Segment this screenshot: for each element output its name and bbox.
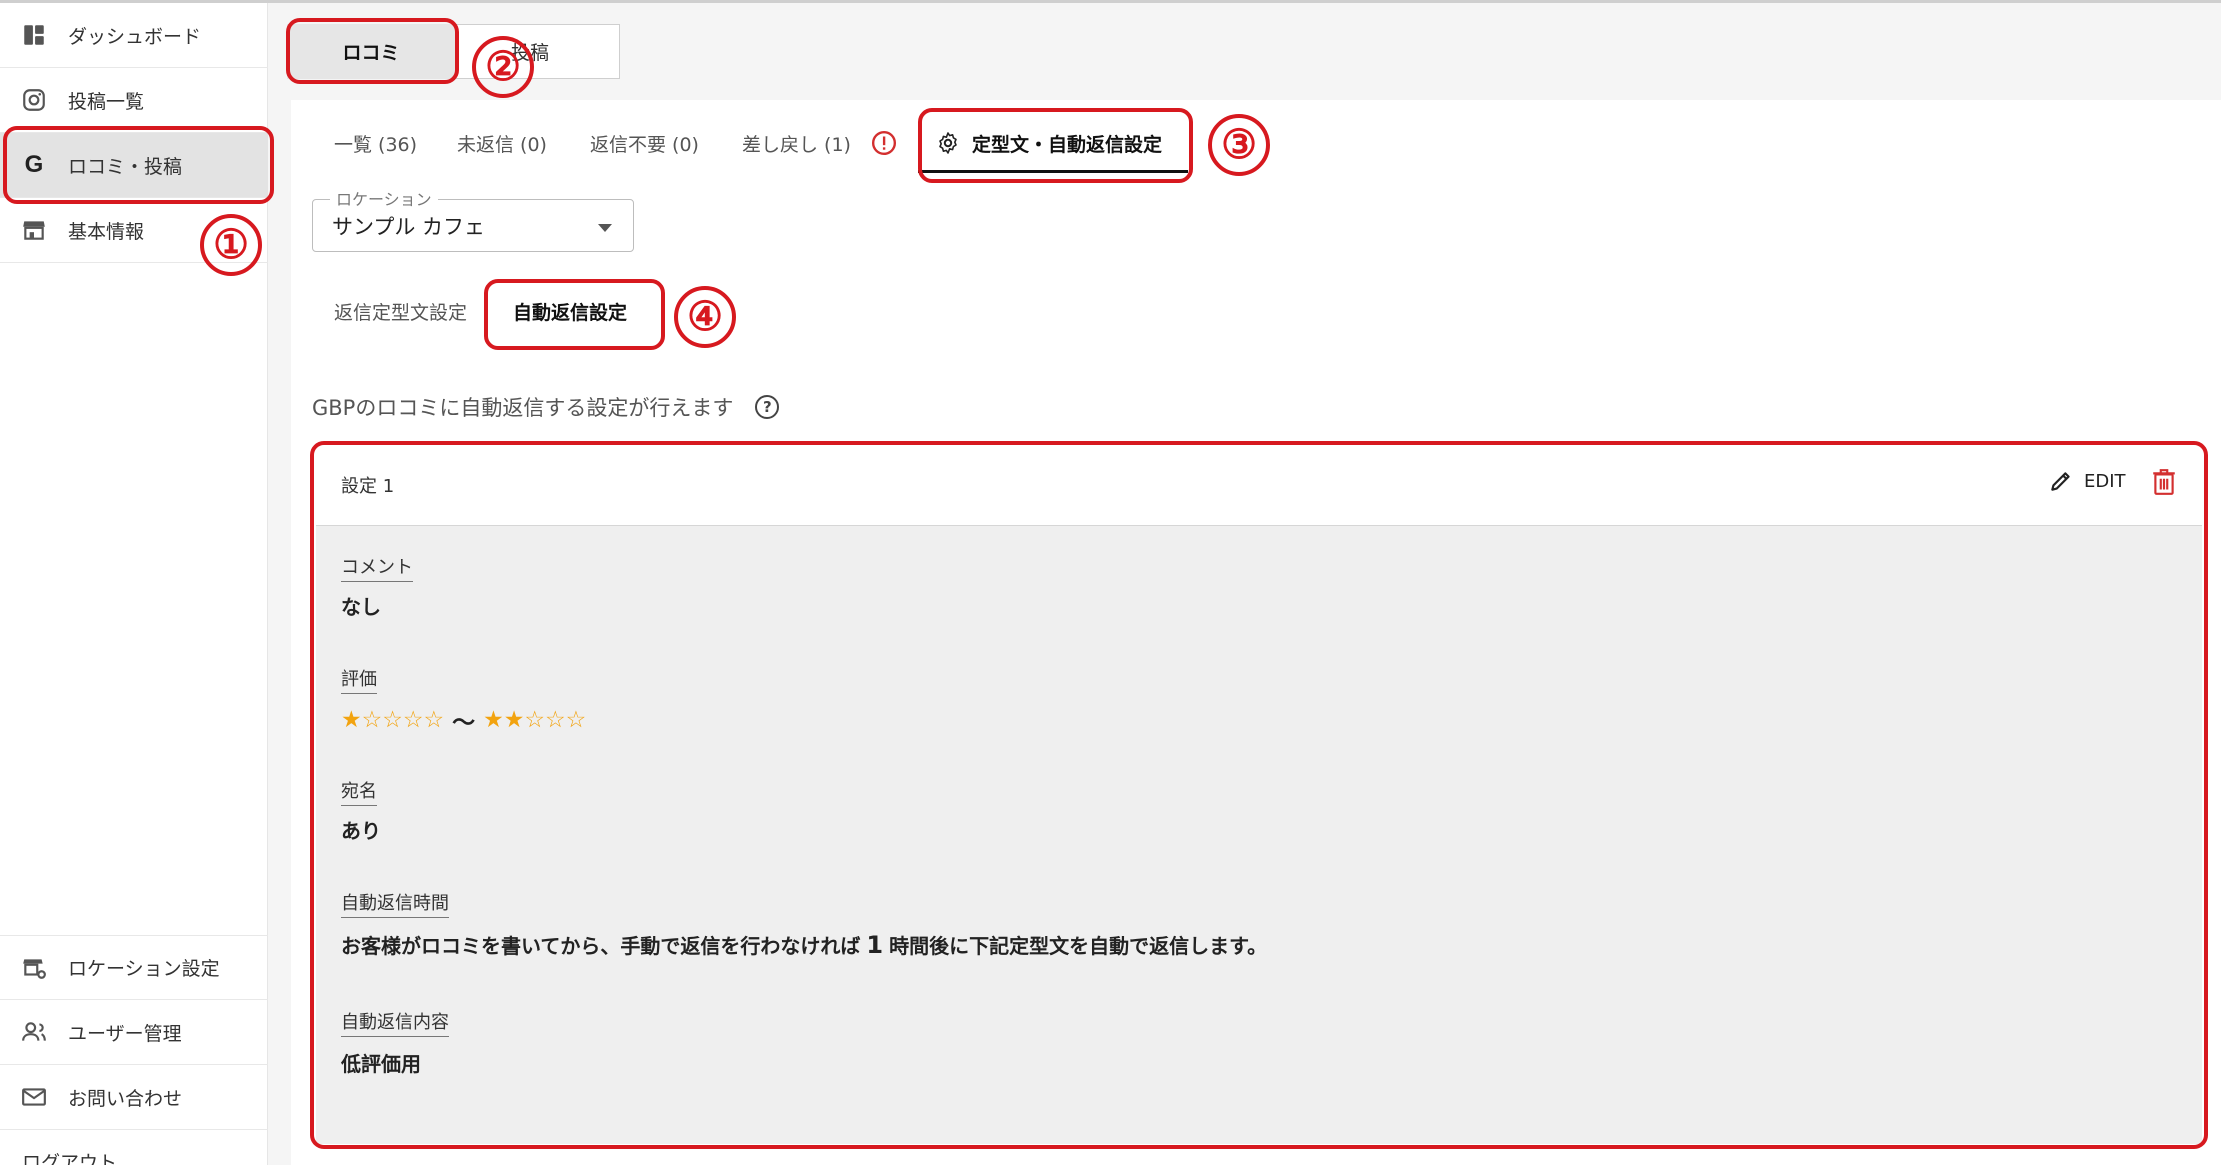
star-filled-icon: ★ xyxy=(503,707,525,733)
sidebar-item-label: 投稿一覧 xyxy=(68,90,145,113)
star-empty-icon: ☆ xyxy=(565,707,587,733)
star-empty-icon: ☆ xyxy=(524,707,545,733)
subtab-returned[interactable]: 差し戻し (1) xyxy=(742,126,897,160)
edit-label: EDIT xyxy=(2084,470,2126,492)
sidebar-item-reviews[interactable]: G ロコミ・投稿 xyxy=(0,133,268,198)
subtab-template-auto-reply[interactable]: 定型文・自動返信設定 xyxy=(936,126,1162,160)
instagram-icon xyxy=(20,86,48,114)
chevron-down-icon[interactable] xyxy=(598,224,612,232)
sidebar-item-label: ユーザー管理 xyxy=(68,1022,182,1045)
rating-stars-to: ★★☆☆☆ xyxy=(483,707,586,733)
subtab-label: 返信不要 (0) xyxy=(590,133,699,156)
sidebar-item-posts[interactable]: 投稿一覧 xyxy=(0,68,268,133)
sidebar-item-contact[interactable]: お問い合わせ xyxy=(0,1065,268,1130)
star-empty-icon: ☆ xyxy=(382,707,403,733)
user-manage-icon xyxy=(20,1018,48,1046)
sidebar-item-label: ロケーション設定 xyxy=(68,958,220,980)
rating-range: ★☆☆☆☆ 〜 ★★☆☆☆ xyxy=(341,703,586,737)
time-text-after: 時間後に下記定型文を自動で返信します。 xyxy=(889,934,1268,958)
auto-reply-content-value: 低評価用 xyxy=(341,1052,421,1076)
mode-tab-reply-templates[interactable]: 返信定型文設定 xyxy=(334,298,467,325)
sidebar-item-dashboard[interactable]: ダッシュボード xyxy=(0,3,268,68)
delete-button[interactable] xyxy=(2151,468,2177,500)
gear-icon xyxy=(936,131,960,155)
time-hours: 1 xyxy=(866,931,884,959)
subtab-unreplied[interactable]: 未返信 (0) xyxy=(457,126,547,160)
sidebar-item-logout[interactable]: ログアウト xyxy=(0,1130,268,1165)
annotation-number-1: ① xyxy=(200,214,262,276)
mode-tab-label: 自動返信設定 xyxy=(513,302,628,324)
mode-tab-auto-reply[interactable]: 自動返信設定 xyxy=(513,298,627,325)
sidebar-item-label: お問い合わせ xyxy=(68,1087,183,1110)
description-text: GBPのロコミに自動返信する設定が行えます xyxy=(312,396,734,420)
sidebar-item-label: ロコミ・投稿 xyxy=(68,155,183,178)
location-select-value: サンプル カフェ xyxy=(332,215,486,239)
sidebar: ダッシュボード 投稿一覧 G ロコミ・投稿 基本情報 ロケーション設定 ユーザー… xyxy=(0,3,268,1165)
location-select-label: ロケーション xyxy=(330,186,438,210)
google-icon: G xyxy=(24,151,44,178)
sidebar-item-user-management[interactable]: ユーザー管理 xyxy=(0,1000,268,1065)
star-empty-icon: ☆ xyxy=(423,707,445,733)
setting-card-body xyxy=(316,526,2202,1144)
trash-icon xyxy=(2151,468,2177,496)
subtab-no-reply-needed[interactable]: 返信不要 (0) xyxy=(590,126,699,160)
sidebar-item-label: ログアウト xyxy=(22,1152,118,1165)
edit-button[interactable]: EDIT xyxy=(2048,468,2126,494)
subtab-label: 差し戻し (1) xyxy=(742,133,851,156)
mode-tab-label: 返信定型文設定 xyxy=(334,302,468,324)
store-icon xyxy=(20,216,48,244)
tab-reviews[interactable]: ロコミ xyxy=(287,24,455,79)
page-description: GBPのロコミに自動返信する設定が行えます ? xyxy=(312,392,780,422)
rating-stars-from: ★☆☆☆☆ xyxy=(341,707,444,733)
auto-reply-time-label: 自動返信時間 xyxy=(341,889,449,918)
auto-reply-content-label: 自動返信内容 xyxy=(341,1008,449,1037)
auto-reply-time-value: お客様がロコミを書いてから、手動で返信を行わなければ 1 時間後に下記定型文を自動で… xyxy=(341,930,1267,959)
sidebar-item-location-settings[interactable]: ロケーション設定 xyxy=(0,935,268,1000)
addressee-label: 宛名 xyxy=(341,777,377,806)
warning-icon xyxy=(871,130,897,156)
star-empty-icon: ☆ xyxy=(361,707,383,733)
top-border xyxy=(0,0,2221,3)
active-tab-underline xyxy=(918,170,1188,173)
comment-value: なし xyxy=(341,595,381,619)
rating-range-separator: 〜 xyxy=(452,710,476,736)
subtab-label: 定型文・自動返信設定 xyxy=(972,133,1163,156)
mail-icon xyxy=(20,1083,48,1111)
subtab-label: 一覧 (36) xyxy=(334,133,418,156)
annotation-number-4: ④ xyxy=(674,286,736,348)
addressee-value: あり xyxy=(341,819,381,843)
help-icon[interactable]: ? xyxy=(755,395,780,419)
star-empty-icon: ☆ xyxy=(402,707,424,733)
star-filled-icon: ★ xyxy=(341,707,362,733)
comment-label: コメント xyxy=(341,553,413,582)
annotation-number-3: ③ xyxy=(1208,114,1270,176)
location-settings-icon xyxy=(20,954,48,982)
sidebar-item-label: 基本情報 xyxy=(68,220,145,243)
tab-label: ロコミ xyxy=(342,42,400,64)
subtab-label: 未返信 (0) xyxy=(457,133,547,156)
dashboard-icon xyxy=(20,21,48,49)
setting-card-header xyxy=(316,448,2202,526)
subtab-all[interactable]: 一覧 (36) xyxy=(334,126,417,160)
rating-label: 評価 xyxy=(341,665,377,694)
star-filled-icon: ★ xyxy=(483,707,504,733)
annotation-number-2: ② xyxy=(472,36,534,98)
star-empty-icon: ☆ xyxy=(545,707,566,733)
pencil-icon xyxy=(2048,468,2084,494)
setting-card-title: 設定 1 xyxy=(341,476,395,497)
sidebar-item-label: ダッシュボード xyxy=(68,25,202,48)
time-text-before: お客様がロコミを書いてから、手動で返信を行わなければ xyxy=(341,934,861,958)
